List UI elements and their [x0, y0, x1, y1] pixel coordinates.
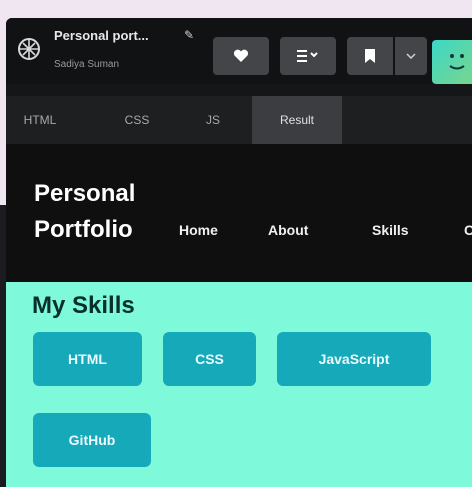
more-button[interactable] [395, 37, 427, 75]
bookmark-button[interactable] [347, 37, 393, 75]
skill-chip-github[interactable]: GitHub [33, 413, 151, 467]
layout-button[interactable] [280, 37, 336, 75]
brand-line-2: Portfolio [34, 216, 133, 243]
skill-chip-html[interactable]: HTML [33, 332, 142, 386]
bookmark-icon [365, 49, 375, 63]
brand-line-1: Personal [34, 180, 136, 207]
result-navbar: Personal Portfolio Home About Skills C [6, 144, 472, 282]
editor-tabs: HTML CSS JS Result [6, 96, 472, 144]
nav-contact-partial[interactable]: C [464, 222, 472, 238]
skill-chip-css[interactable]: CSS [163, 332, 256, 386]
tab-result[interactable]: Result [252, 96, 342, 144]
nav-about[interactable]: About [268, 222, 308, 238]
layout-icon [297, 50, 318, 62]
heart-button[interactable] [213, 37, 269, 75]
skills-heading: My Skills [32, 292, 135, 319]
tab-css[interactable]: CSS [112, 96, 162, 144]
codepen-logo-icon[interactable] [16, 36, 42, 62]
pen-author[interactable]: Sadiya Suman [54, 59, 119, 70]
nav-skills[interactable]: Skills [372, 222, 409, 238]
avatar-face-icon [449, 54, 465, 70]
nav-home[interactable]: Home [179, 222, 218, 238]
avatar[interactable] [432, 40, 472, 84]
codepen-window: Personal port... ✎ Sadiya Suman HTML CSS… [6, 18, 472, 487]
pencil-icon[interactable]: ✎ [184, 28, 194, 42]
pen-header: Personal port... ✎ Sadiya Suman [6, 18, 472, 84]
tab-html[interactable]: HTML [6, 96, 74, 144]
pen-title[interactable]: Personal port... [54, 28, 149, 43]
site-brand: Personal Portfolio [34, 176, 174, 248]
tab-js[interactable]: JS [198, 96, 228, 144]
heart-icon [233, 49, 249, 62]
chevron-down-icon [406, 53, 416, 59]
skill-chip-javascript[interactable]: JavaScript [277, 332, 431, 386]
skills-section: My Skills HTML CSS JavaScript GitHub [6, 282, 472, 487]
